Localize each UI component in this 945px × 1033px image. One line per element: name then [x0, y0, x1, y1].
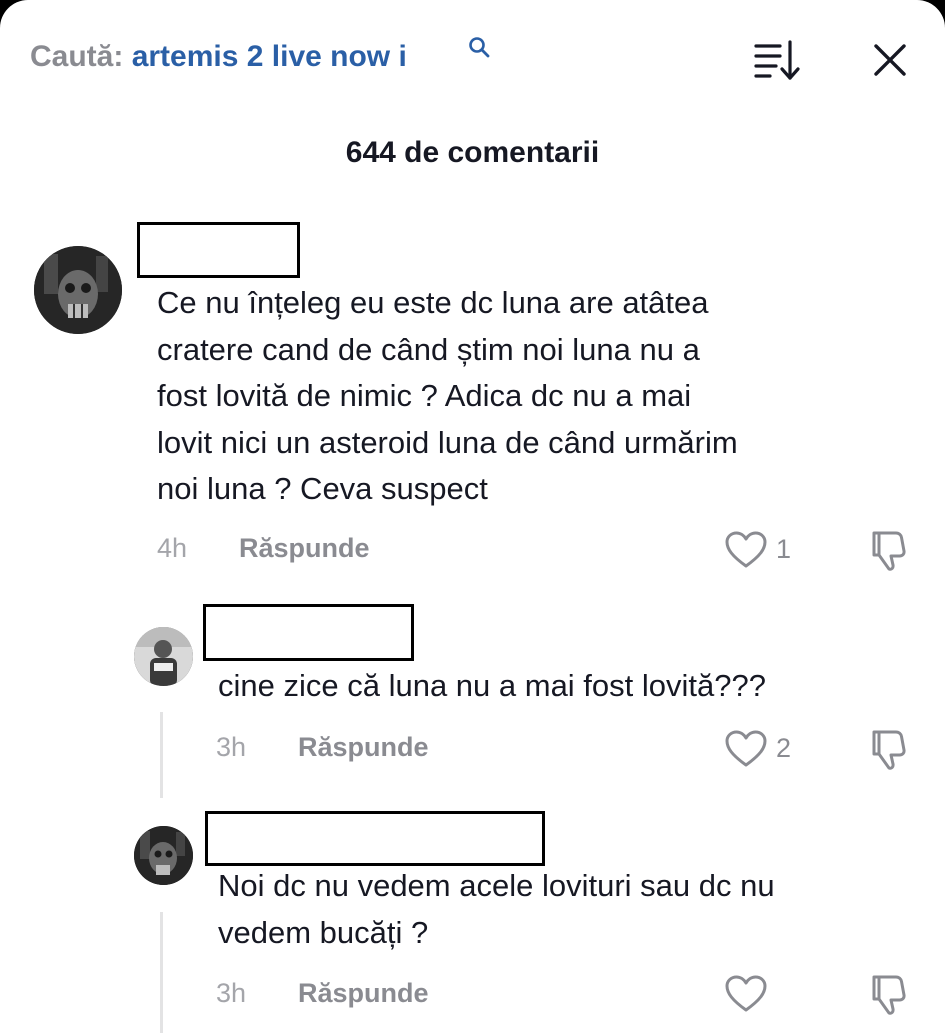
search-icon [469, 37, 490, 58]
sort-icon[interactable] [750, 36, 802, 84]
username-redacted[interactable] [205, 811, 545, 866]
comment-text: Ce nu înțeleg eu este dc luna are atâtea… [157, 280, 917, 513]
reply-comment: Noi dc nu vedem acele lovituri sau dc nu… [0, 0, 945, 1033]
search-query: artemis 2 live now i [131, 40, 407, 73]
avatar[interactable] [134, 826, 193, 885]
comment-text: cine zice că luna nu a mai fost lovită??… [218, 663, 918, 710]
avatar-image [34, 246, 122, 334]
comment-text-line: cine zice că luna nu a mai fost lovită??… [218, 668, 766, 703]
comments-sheet: Caută: artemis 2 live now i 644 de comen… [0, 0, 945, 1033]
username-redacted[interactable] [203, 604, 414, 661]
comment-text-line: Ce nu înțeleg eu este dc luna are atâtea [157, 285, 709, 320]
comment-text: Noi dc nu vedem acele lovituri sau dc nu… [218, 863, 918, 956]
search-query-link[interactable]: Caută: artemis 2 live now i [30, 37, 490, 74]
like-count: 1 [776, 534, 792, 564]
reply-button[interactable]: Răspunde [239, 533, 370, 564]
comment-text-line: noi luna ? Ceva suspect [157, 471, 488, 506]
comment-text-line: cratere cand de când știm noi luna nu a [157, 331, 700, 367]
comment-time: 3h [216, 978, 247, 1008]
comment-text-line: Noi dc nu vedem acele lovituri sau dc nu [218, 868, 775, 903]
comment-time: 4h [157, 533, 188, 563]
username-redacted[interactable] [137, 222, 300, 278]
avatar[interactable] [34, 246, 122, 334]
thumbs-down-icon[interactable] [866, 726, 912, 772]
comment-text-line: fost lovită de nimic ? Adica dc nu a mai [157, 378, 692, 413]
thread-line [160, 912, 163, 1033]
heart-outline-icon[interactable] [724, 530, 768, 570]
reply-button[interactable]: Răspunde [298, 978, 429, 1009]
reply-button[interactable]: Răspunde [298, 732, 429, 763]
avatar-image [134, 826, 193, 885]
like-count: 2 [776, 733, 792, 763]
thumbs-down-icon[interactable] [866, 527, 912, 573]
avatar[interactable] [134, 627, 193, 686]
comment-count: 644 de comentarii [345, 136, 600, 169]
thread-line [160, 712, 163, 798]
close-icon[interactable] [868, 38, 912, 82]
thumbs-down-icon[interactable] [866, 971, 912, 1017]
comment-time: 3h [216, 732, 247, 762]
heart-outline-icon[interactable] [724, 729, 768, 769]
comment-text-line: vedem bucăți ? [218, 914, 429, 950]
search-bar: Caută: artemis 2 live now i [0, 30, 945, 90]
heart-outline-icon[interactable] [724, 974, 768, 1014]
search-label: Caută: [30, 40, 124, 73]
comment-text-line: lovit nici un asteroid luna de când urmă… [157, 424, 738, 460]
avatar-image [134, 627, 193, 686]
